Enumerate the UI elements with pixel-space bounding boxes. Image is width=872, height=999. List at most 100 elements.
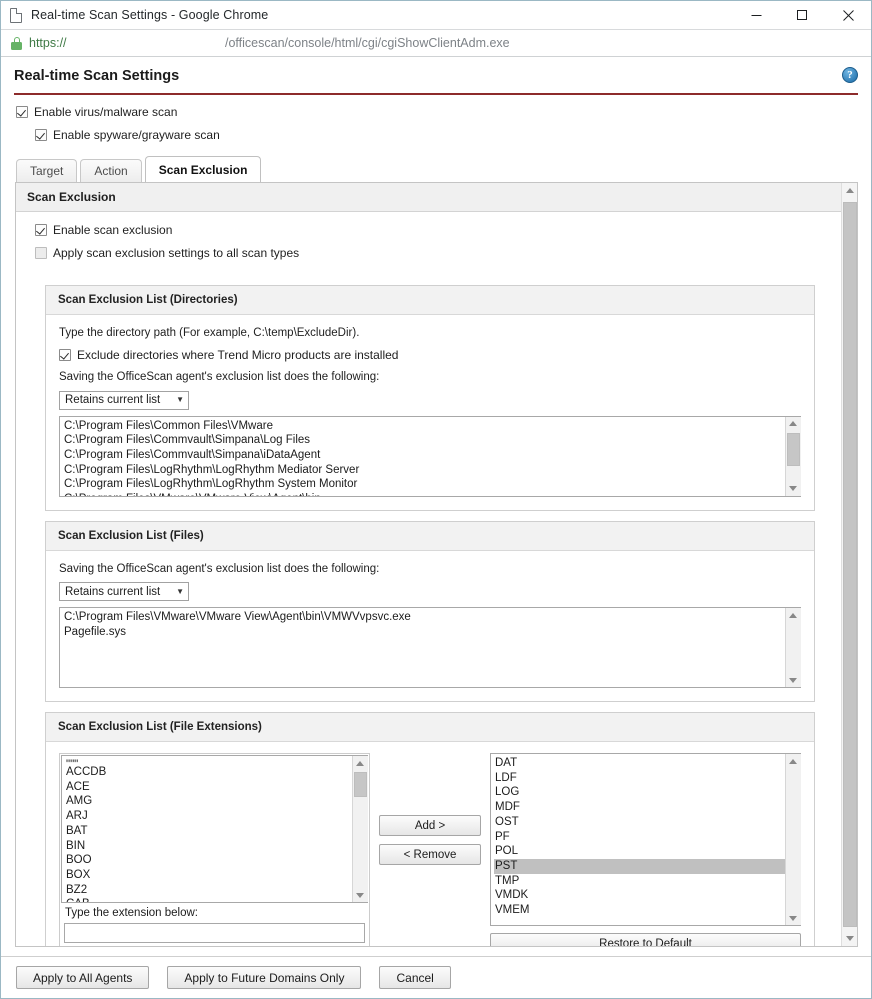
list-item[interactable]: C:\Program Files\LogRhythm\LogRhythm Med…	[63, 463, 785, 478]
browser-window: Real-time Scan Settings - Google Chrome …	[0, 0, 872, 999]
scrollbar-track[interactable]	[785, 622, 801, 673]
list-item[interactable]: DAT	[494, 756, 785, 771]
list-item[interactable]: BZ2	[65, 883, 352, 898]
panel-scan-exclusion-directories: Scan Exclusion List (Directories) Type t…	[45, 285, 815, 511]
content-scrollbar[interactable]	[841, 183, 857, 946]
list-item[interactable]: C:\Program Files\Commvault\Simpana\Log F…	[63, 433, 785, 448]
list-item[interactable]: MDF	[494, 800, 785, 815]
minimize-button[interactable]	[733, 1, 779, 30]
list-item[interactable]: C:\Program Files\VMware\VMware View\Agen…	[63, 492, 785, 495]
option-label: Exclude directories where Trend Micro pr…	[77, 348, 399, 362]
option-exclude-trend-micro-directories[interactable]: Exclude directories where Trend Micro pr…	[59, 348, 801, 362]
option-apply-all-scan-types[interactable]: Apply scan exclusion settings to all sca…	[35, 246, 841, 260]
list-item[interactable]: ARJ	[65, 809, 352, 824]
directories-save-mode-select[interactable]: Retains current list ▼	[59, 390, 189, 410]
scrollbar-track[interactable]	[785, 430, 801, 482]
maximize-button[interactable]	[779, 1, 825, 30]
scrollbar-thumb[interactable]	[786, 432, 800, 466]
cancel-button[interactable]: Cancel	[379, 966, 451, 989]
list-item[interactable]: ACE	[65, 780, 352, 795]
list-item[interactable]: LOG	[494, 785, 785, 800]
list-item-selected[interactable]: PST	[494, 858, 785, 874]
available-extensions-listbox[interactable]: """ ACCDB ACE AMG ARJ BAT BIN BOO BOX BZ…	[61, 755, 368, 903]
selected-extensions-scrollbar[interactable]	[785, 754, 801, 925]
add-extension-button[interactable]: Add >	[379, 815, 481, 836]
title-divider	[14, 93, 858, 95]
panel-body: Saving the OfficeScan agent's exclusion …	[46, 551, 814, 702]
list-item[interactable]: BOX	[65, 868, 352, 883]
directories-exclusion-listbox[interactable]: C:\Program Files\Common Files\VMware C:\…	[59, 415, 801, 497]
list-item[interactable]: OST	[494, 815, 785, 830]
list-item[interactable]: BOO	[65, 853, 352, 868]
available-extensions-container: """ ACCDB ACE AMG ARJ BAT BIN BOO BOX BZ…	[59, 753, 370, 946]
files-exclusion-listbox[interactable]: C:\Program Files\VMware\VMware View\Agen…	[59, 607, 801, 688]
list-item[interactable]: POL	[494, 844, 785, 859]
checkbox-apply-all-scan-types[interactable]	[35, 247, 47, 259]
directories-list-scrollbar[interactable]	[785, 416, 801, 496]
restore-to-default-button[interactable]: Restore to Default	[490, 933, 801, 946]
list-item[interactable]: AMG	[65, 794, 352, 809]
list-item[interactable]: VMDK	[494, 888, 785, 903]
list-item[interactable]: BIN	[65, 839, 352, 854]
list-item[interactable]: C:\Program Files\Commvault\Simpana\iData…	[63, 448, 785, 463]
scroll-up-icon[interactable]	[785, 608, 801, 622]
list-item[interactable]: C:\Program Files\VMware\VMware View\Agen…	[63, 610, 785, 625]
option-enable-scan-exclusion[interactable]: Enable scan exclusion	[35, 223, 841, 237]
checkbox-exclude-trend-micro-directories[interactable]	[59, 349, 71, 361]
scroll-up-icon[interactable]	[352, 756, 368, 770]
apply-to-all-agents-button[interactable]: Apply to All Agents	[16, 966, 150, 989]
option-enable-virus-malware-scan[interactable]: Enable virus/malware scan	[16, 105, 871, 119]
option-enable-spyware-grayware-scan[interactable]: Enable spyware/grayware scan	[35, 128, 871, 142]
available-extensions-scrollbar[interactable]	[352, 756, 368, 902]
list-item[interactable]: C:\Program Files\Common Files\VMware	[63, 419, 785, 434]
checkbox-enable-scan-exclusion[interactable]	[35, 224, 47, 236]
checkbox-enable-virus-malware-scan[interactable]	[16, 106, 28, 118]
content-scroll-area: Scan Exclusion Enable scan exclusion App…	[16, 183, 841, 946]
list-item[interactable]: Pagefile.sys	[63, 625, 785, 640]
tab-action[interactable]: Action	[80, 159, 142, 182]
list-item[interactable]: """	[65, 758, 352, 765]
scroll-down-icon[interactable]	[785, 911, 801, 925]
option-label: Enable scan exclusion	[53, 223, 173, 237]
remove-extension-button[interactable]: < Remove	[379, 844, 481, 865]
close-button[interactable]	[825, 1, 871, 30]
scroll-up-icon[interactable]	[842, 183, 858, 198]
scrollbar-thumb[interactable]	[842, 202, 857, 927]
files-list-scrollbar[interactable]	[785, 608, 801, 687]
scroll-down-icon[interactable]	[785, 673, 801, 687]
scrollbar-track[interactable]	[785, 768, 801, 911]
list-item[interactable]: VMEM	[494, 903, 785, 918]
available-extensions-items: """ ACCDB ACE AMG ARJ BAT BIN BOO BOX BZ…	[62, 756, 352, 902]
scroll-up-icon[interactable]	[785, 416, 801, 431]
tab-scan-exclusion[interactable]: Scan Exclusion	[144, 156, 262, 182]
list-item[interactable]: TMP	[494, 874, 785, 889]
apply-to-future-domains-button[interactable]: Apply to Future Domains Only	[167, 966, 362, 989]
extension-input[interactable]	[64, 923, 365, 943]
page-title: Real-time Scan Settings	[14, 68, 180, 84]
title-bar: Real-time Scan Settings - Google Chrome	[1, 1, 871, 30]
list-item[interactable]: C:\Program Files\LogRhythm\LogRhythm Sys…	[63, 477, 785, 492]
window-controls	[733, 1, 871, 30]
tab-target[interactable]: Target	[16, 159, 78, 182]
scrollbar-track[interactable]	[352, 770, 368, 888]
scroll-down-icon[interactable]	[352, 888, 368, 902]
list-item[interactable]: BAT	[65, 824, 352, 839]
select-value: Retains current list	[65, 394, 161, 406]
files-save-mode-select[interactable]: Retains current list ▼	[59, 582, 189, 601]
directory-path-hint: Type the directory path (For example, C:…	[59, 327, 360, 339]
list-item[interactable]: PF	[494, 830, 785, 845]
scroll-down-icon[interactable]	[785, 481, 801, 496]
list-item[interactable]: CAB	[65, 897, 352, 902]
checkbox-enable-spyware-grayware-scan[interactable]	[35, 129, 47, 141]
scrollbar-track[interactable]	[842, 198, 858, 931]
url-bar[interactable]: https:// /officescan/console/html/cgi/cg…	[1, 30, 871, 57]
list-item[interactable]: LDF	[494, 771, 785, 786]
scroll-down-icon[interactable]	[842, 931, 858, 946]
top-scan-options: Enable virus/malware scan Enable spyware…	[1, 95, 871, 151]
panel-heading: Scan Exclusion List (Files)	[46, 521, 814, 551]
selected-extensions-listbox[interactable]: DAT LDF LOG MDF OST PF POL PST TMP VMDK	[490, 753, 801, 926]
scrollbar-thumb[interactable]	[353, 772, 367, 797]
list-item[interactable]: ACCDB	[65, 765, 352, 780]
help-icon[interactable]: ?	[842, 67, 858, 83]
scroll-up-icon[interactable]	[785, 754, 801, 768]
